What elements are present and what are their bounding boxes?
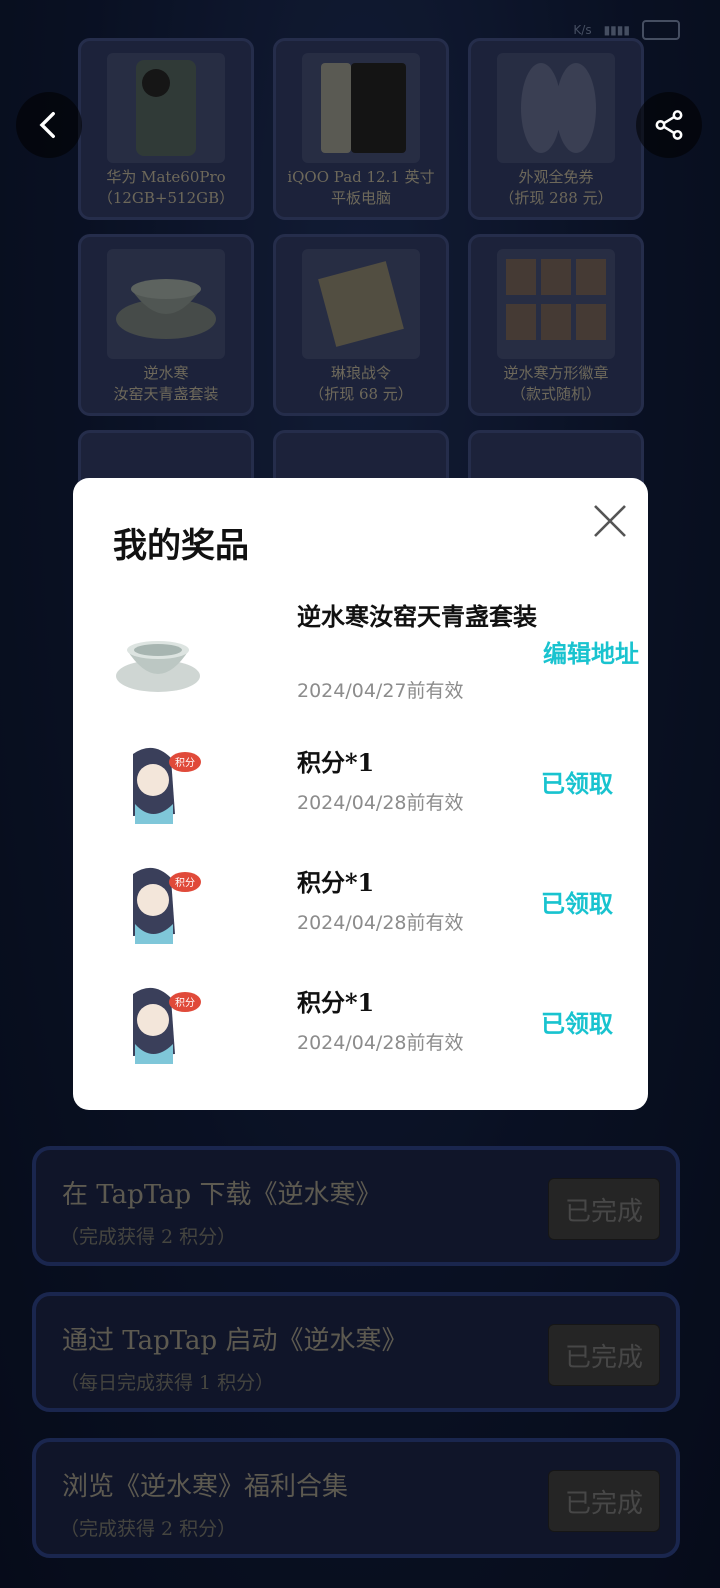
prize-expiry: 2024/04/28前有效 xyxy=(297,1032,464,1054)
share-button[interactable] xyxy=(636,92,702,158)
points-character-image: 积分 xyxy=(133,987,201,1064)
prize-item: 逆水寒汝窑天青盏套装 2024/04/27前有效 编辑地址 xyxy=(113,598,639,708)
my-prizes-modal: 我的奖品 逆水寒汝窑天青盏套装 2024/04/27前有效 编辑地址 积分 积分… xyxy=(73,478,648,1110)
prize-expiry: 2024/04/27前有效 xyxy=(297,680,464,702)
points-badge-text: 积分 xyxy=(175,997,195,1009)
edit-address-button[interactable]: 编辑地址 xyxy=(543,634,639,669)
points-character-image: 积分 xyxy=(133,867,201,944)
claimed-label: 已领取 xyxy=(541,1009,613,1038)
bowl-image xyxy=(116,641,200,692)
prize-item: 积分 积分*1 2024/04/28前有效 已领取 xyxy=(113,864,613,954)
chevron-left-icon xyxy=(39,111,55,139)
modal-title: 我的奖品 xyxy=(113,526,249,566)
points-badge-text: 积分 xyxy=(175,877,195,889)
claimed-label: 已领取 xyxy=(541,889,613,918)
prize-name: 积分*1 xyxy=(297,988,375,1017)
close-icon[interactable] xyxy=(589,500,631,542)
claimed-label: 已领取 xyxy=(541,769,613,798)
points-badge-text: 积分 xyxy=(175,757,195,769)
back-button[interactable] xyxy=(16,92,82,158)
share-icon xyxy=(655,110,683,140)
prize-item: 积分 积分*1 2024/04/28前有效 已领取 xyxy=(113,984,613,1074)
prize-expiry: 2024/04/28前有效 xyxy=(297,912,464,934)
prize-name: 积分*1 xyxy=(297,748,375,777)
prize-name: 积分*1 xyxy=(297,868,375,897)
prize-item: 积分 积分*1 2024/04/28前有效 已领取 xyxy=(113,744,613,834)
prize-expiry: 2024/04/28前有效 xyxy=(297,792,464,814)
points-character-image: 积分 xyxy=(133,747,201,824)
prize-name: 逆水寒汝窑天青盏套装 xyxy=(297,602,537,631)
